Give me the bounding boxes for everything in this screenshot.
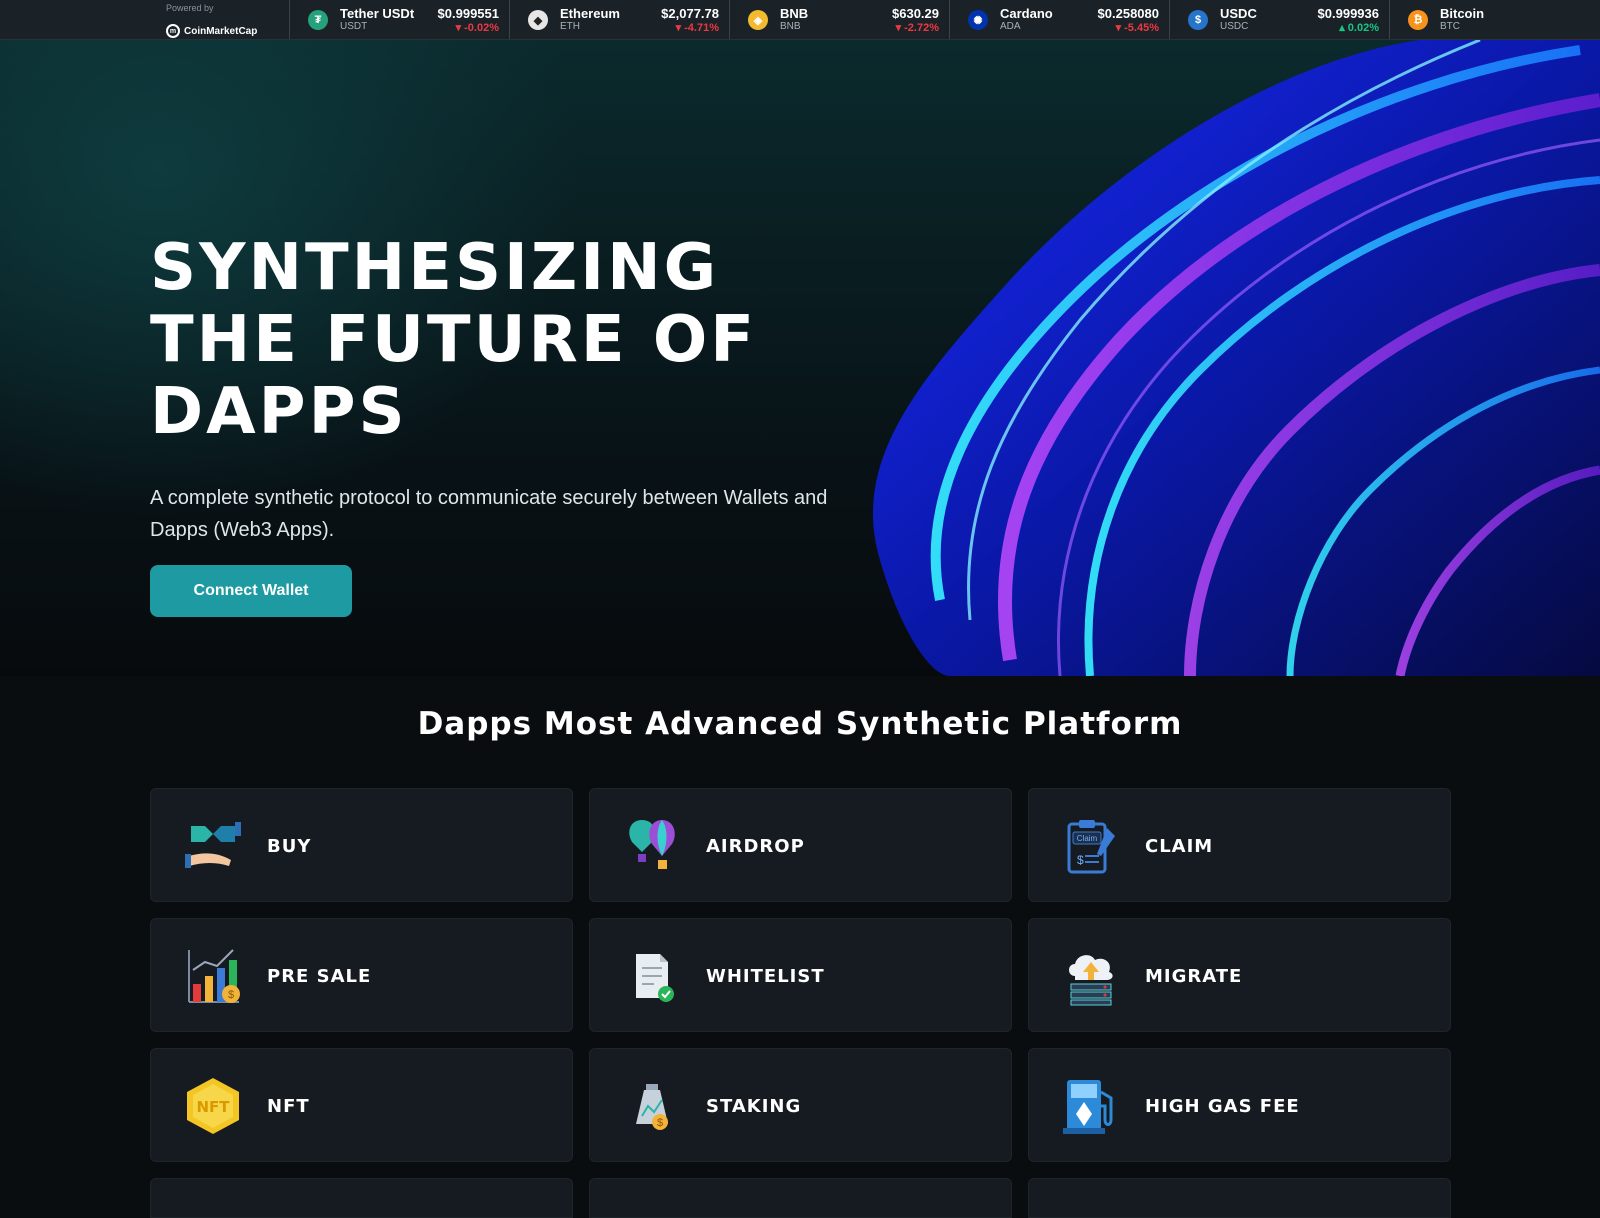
ticker-coin-bitcoin[interactable]: ₿ Bitcoin BTC — [1390, 0, 1600, 39]
coin-price: $0.258080 — [1097, 6, 1159, 21]
feature-card-claim[interactable]: Claim $ CLAIM — [1028, 788, 1451, 902]
svg-text:$: $ — [228, 989, 234, 1001]
coin-price: $0.999551 — [437, 6, 499, 21]
coin-symbol: USDT — [340, 21, 368, 32]
coin-name: BNB — [780, 6, 809, 21]
coin-change: ▾ -0.02% — [455, 22, 499, 34]
ticker-coin-tether[interactable]: ₮ Tether USDt USDT $0.999551 ▾ -0.02% — [290, 0, 510, 39]
coinmarketcap-label: CoinMarketCap — [184, 25, 258, 37]
feature-label: MIGRATE — [1145, 965, 1243, 987]
feature-card-airdrop[interactable]: AIRDROP — [589, 788, 1012, 902]
feature-card-partial[interactable] — [1028, 1178, 1451, 1218]
coin-price: $630.29 — [892, 6, 939, 21]
nft-hexagon-icon: NFT — [187, 1078, 239, 1134]
feature-card-buy[interactable]: BUY — [150, 788, 573, 902]
coin-name: Tether USDt — [340, 6, 415, 21]
presale-chart-icon: $ — [188, 949, 240, 1003]
ticker-coin-cardano[interactable]: ✺ Cardano ADA $0.258080 ▾ -5.45% — [950, 0, 1170, 39]
coin-change: ▾ -2.72% — [895, 22, 939, 34]
hero-abstract-art — [872, 40, 1600, 676]
feature-label: PRE SALE — [267, 965, 372, 987]
feature-card-high-gas-fee[interactable]: HIGH GAS FEE — [1028, 1048, 1451, 1162]
ethereum-icon: ◆ — [528, 10, 548, 30]
feature-card-nft[interactable]: NFT NFT — [150, 1048, 573, 1162]
ticker-coin-bnb[interactable]: ◈ BNB BNB $630.29 ▾ -2.72% — [730, 0, 950, 39]
coin-symbol: BNB — [780, 21, 801, 32]
coin-price: $0.999936 — [1317, 6, 1379, 21]
feature-label: BUY — [267, 835, 312, 857]
feature-card-partial[interactable] — [150, 1178, 573, 1218]
coin-name: Ethereum — [560, 6, 620, 21]
svg-text:$: $ — [1077, 853, 1084, 867]
migrate-cloud-icon — [1069, 955, 1113, 1006]
hero-subtitle: A complete synthetic protocol to communi… — [150, 487, 828, 541]
cardano-icon: ✺ — [968, 10, 988, 30]
staking-bag-icon: $ — [636, 1084, 668, 1130]
coin-symbol: USDC — [1220, 21, 1249, 32]
feature-label: WHITELIST — [706, 965, 825, 987]
powered-by-label: Powered by — [166, 3, 214, 13]
price-ticker: Powered by m CoinMarketCap ₮ Tether USDt… — [0, 0, 1600, 40]
usdc-icon: $ — [1188, 10, 1208, 30]
buy-handshake-icon — [185, 822, 241, 868]
coin-name: Cardano — [1000, 6, 1053, 21]
gas-pump-icon — [1063, 1080, 1113, 1134]
svg-text:NFT: NFT — [196, 1098, 230, 1116]
connect-wallet-button[interactable]: Connect Wallet — [150, 565, 352, 617]
ticker-coin-ethereum[interactable]: ◆ Ethereum ETH $2,077.78 ▾ -4.71% — [510, 0, 730, 39]
feature-card-staking[interactable]: $ STAKING — [589, 1048, 1012, 1162]
tether-icon: ₮ — [308, 10, 328, 30]
feature-card-migrate[interactable]: MIGRATE — [1028, 918, 1451, 1032]
coin-price: $2,077.78 — [661, 6, 719, 21]
feature-label: STAKING — [706, 1095, 802, 1117]
svg-text:Claim: Claim — [1077, 834, 1098, 843]
coin-symbol: ADA — [1000, 21, 1021, 32]
coin-change: ▾ -5.45% — [1115, 22, 1159, 34]
feature-card-presale[interactable]: $ PRE SALE — [150, 918, 573, 1032]
feature-card-whitelist[interactable]: WHITELIST — [589, 918, 1012, 1032]
feature-card-partial[interactable] — [589, 1178, 1012, 1218]
ticker-brand[interactable]: Powered by m CoinMarketCap — [0, 0, 290, 39]
coinmarketcap-logo[interactable]: m CoinMarketCap — [166, 24, 257, 38]
features-grid: BUY AIRDROP Claim $ CLAIM $ PRE SALE WHI… — [150, 788, 1451, 1218]
feature-label: HIGH GAS FEE — [1145, 1095, 1300, 1117]
feature-label: CLAIM — [1145, 835, 1214, 857]
feature-label: NFT — [267, 1095, 310, 1117]
coin-name: USDC — [1220, 6, 1257, 21]
bnb-icon: ◈ — [748, 10, 768, 30]
hero-title: SYNTHESIZING THE FUTURE OF DAPPS — [150, 231, 757, 449]
ticker-coin-usdc[interactable]: $ USDC USDC $0.999936 ▴ 0.02% — [1170, 0, 1390, 39]
bitcoin-icon: ₿ — [1408, 10, 1428, 30]
coin-symbol: BTC — [1440, 21, 1460, 32]
features-title: Dapps Most Advanced Synthetic Platform — [417, 706, 1183, 742]
coinmarketcap-icon: m — [166, 24, 180, 38]
svg-text:$: $ — [657, 1117, 663, 1129]
whitelist-document-icon — [636, 954, 674, 1002]
feature-label: AIRDROP — [706, 835, 805, 857]
coin-symbol: ETH — [560, 21, 580, 32]
coin-name: Bitcoin — [1440, 6, 1485, 21]
hero-section: SYNTHESIZING THE FUTURE OF DAPPS A compl… — [0, 40, 1600, 676]
airdrop-balloon-icon — [629, 820, 675, 869]
coin-change: ▾ -4.71% — [675, 22, 719, 34]
claim-clipboard-icon: Claim $ — [1067, 820, 1115, 874]
coin-change: ▴ 0.02% — [1339, 22, 1379, 34]
